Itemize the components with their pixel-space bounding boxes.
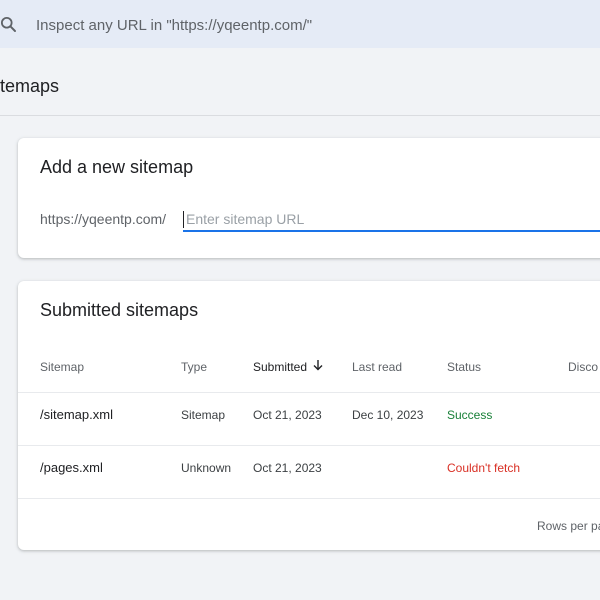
text-caret: [183, 211, 184, 228]
status-badge: Couldn't fetch: [447, 461, 521, 475]
page-title: itemaps: [0, 76, 60, 96]
rows-per-page-label: Rows per pa: [537, 519, 600, 533]
column-header-status[interactable]: Status: [447, 360, 481, 374]
header-divider: [0, 115, 600, 116]
row-divider: [18, 498, 600, 499]
arrow-down-icon[interactable]: [312, 359, 324, 371]
sitemap-url-prefix: https://yqeentp.com/: [40, 211, 167, 227]
add-sitemap-title: Add a new sitemap: [40, 157, 194, 177]
column-header-discovered[interactable]: Disco: [568, 360, 598, 374]
submitted-sitemaps-title: Submitted sitemaps: [40, 300, 199, 320]
sitemap-submitted-date: Oct 21, 2023: [253, 461, 322, 475]
sitemap-url-input[interactable]: [183, 208, 600, 232]
search-icon[interactable]: [0, 16, 18, 34]
add-sitemap-card: [18, 138, 600, 258]
column-header-last-read[interactable]: Last read: [352, 360, 402, 374]
sitemap-last-read-date: Dec 10, 2023: [352, 408, 424, 422]
sitemap-type: Unknown: [181, 461, 232, 475]
url-inspection-bar: [0, 0, 600, 48]
column-header-type[interactable]: Type: [181, 360, 207, 374]
column-header-sitemap[interactable]: Sitemap: [40, 360, 84, 374]
status-badge: Success: [447, 408, 493, 422]
table-header-divider: [18, 392, 600, 393]
sitemap-submitted-date: Oct 21, 2023: [253, 408, 322, 422]
row-divider: [18, 445, 600, 446]
search-console-sitemaps-page: itemaps Add a new sitemap https://yqeent…: [0, 0, 600, 600]
sitemap-path: /sitemap.xml: [40, 407, 113, 422]
sitemap-type: Sitemap: [181, 408, 226, 422]
sitemap-path: /pages.xml: [40, 460, 103, 475]
url-inspection-input[interactable]: [36, 12, 576, 38]
column-header-submitted[interactable]: Submitted: [253, 360, 307, 374]
